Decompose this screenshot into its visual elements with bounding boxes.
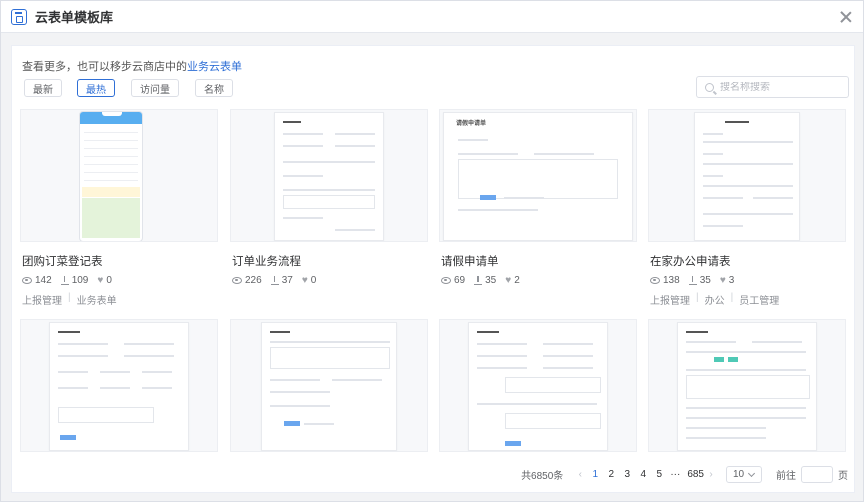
mobile-form-preview xyxy=(79,111,143,241)
download-icon xyxy=(688,276,697,285)
template-stats: 138 35 ♥ 3 xyxy=(648,275,846,286)
template-panel: 查看更多，也可以移步云商店中的业务云表单 最新 最热 访问量 名称 搜名称搜索 … xyxy=(11,45,855,493)
tag[interactable]: 上报管理 xyxy=(22,292,62,307)
tag[interactable]: 办公 xyxy=(705,292,725,307)
template-tags: 上报管理 | 办公 | 员工管理 xyxy=(650,292,780,307)
page-size-select[interactable]: 10 xyxy=(726,466,762,483)
download-icon xyxy=(60,276,69,285)
template-thumbnail[interactable] xyxy=(439,319,637,452)
heart-icon: ♥ xyxy=(719,274,726,286)
template-stats: 226 37 ♥ 0 xyxy=(230,275,428,286)
form-preview xyxy=(694,112,800,241)
page-2[interactable]: 2 xyxy=(603,469,619,480)
next-page-button[interactable]: › xyxy=(704,469,718,480)
search-icon xyxy=(705,82,714,92)
sort-buttons: 最新 最热 访问量 名称 xyxy=(24,79,233,97)
template-card[interactable] xyxy=(20,319,218,452)
search-input[interactable] xyxy=(720,81,840,93)
views-icon xyxy=(22,277,32,284)
download-icon xyxy=(474,276,483,285)
goto-label: 前往 xyxy=(776,471,796,482)
pagination: 共6850条 ‹ 1 2 3 4 5 ··· 685 › 10 前往 页 xyxy=(521,466,848,483)
chevron-down-icon xyxy=(747,469,756,478)
template-stats: 142 109 ♥ 0 xyxy=(20,275,218,286)
template-thumbnail[interactable] xyxy=(648,319,846,452)
form-preview xyxy=(677,322,817,451)
template-card[interactable]: 请假申请单 请假申请单 69 35 ♥ 2 xyxy=(439,109,637,286)
sort-newest-button[interactable]: 最新 xyxy=(24,79,62,97)
template-thumbnail[interactable] xyxy=(230,319,428,452)
page-5[interactable]: 5 xyxy=(651,469,667,480)
thumbnail-form-title: 请假申请单 xyxy=(456,121,487,127)
tag[interactable]: 员工管理 xyxy=(739,292,779,307)
template-card[interactable] xyxy=(230,319,428,452)
page-1[interactable]: 1 xyxy=(587,469,603,480)
template-card[interactable]: 团购订菜登记表 142 109 ♥ 0 上报管理 | 业务表单 xyxy=(20,109,218,307)
views-icon xyxy=(232,277,242,284)
template-name[interactable]: 请假申请单 xyxy=(439,253,637,269)
template-tags: 上报管理 | 业务表单 xyxy=(22,292,117,307)
template-library-icon xyxy=(11,8,27,25)
template-library-dialog: 云表单模板库 查看更多，也可以移步云商店中的业务云表单 最新 最热 访问量 名称 xyxy=(0,0,864,502)
tag[interactable]: 上报管理 xyxy=(650,292,690,307)
tag[interactable]: 业务表单 xyxy=(77,292,117,307)
template-name[interactable]: 在家办公申请表 xyxy=(648,253,846,269)
form-preview xyxy=(49,322,189,451)
page-last[interactable]: 685 xyxy=(687,469,704,480)
template-thumbnail[interactable] xyxy=(20,109,218,242)
views-icon xyxy=(441,277,451,284)
sort-visits-button[interactable]: 访问量 xyxy=(131,79,179,97)
template-card[interactable]: 在家办公申请表 138 35 ♥ 3 上报管理 | 办公 | 员工管理 xyxy=(648,109,846,307)
template-thumbnail[interactable] xyxy=(20,319,218,452)
download-icon xyxy=(270,276,279,285)
sort-hottest-button[interactable]: 最热 xyxy=(77,79,115,97)
page-ellipsis[interactable]: ··· xyxy=(667,469,683,480)
form-preview xyxy=(468,322,608,451)
template-thumbnail[interactable] xyxy=(230,109,428,242)
dialog-title: 云表单模板库 xyxy=(35,10,114,25)
search-box[interactable] xyxy=(696,76,849,98)
page-4[interactable]: 4 xyxy=(635,469,651,480)
form-preview: 请假申请单 xyxy=(443,112,633,241)
template-thumbnail[interactable] xyxy=(648,109,846,242)
template-card[interactable] xyxy=(439,319,637,452)
prev-page-button[interactable]: ‹ xyxy=(573,469,587,480)
form-preview xyxy=(261,322,397,451)
pagination-total: 共6850条 xyxy=(521,471,564,482)
template-card[interactable]: 订单业务流程 226 37 ♥ 0 xyxy=(230,109,428,286)
template-name[interactable]: 订单业务流程 xyxy=(230,253,428,269)
heart-icon: ♥ xyxy=(301,274,308,286)
goto-page-input[interactable] xyxy=(801,466,833,483)
form-preview xyxy=(274,112,384,241)
close-icon[interactable] xyxy=(839,10,853,24)
heart-icon: ♥ xyxy=(505,274,512,286)
page-suffix: 页 xyxy=(838,471,848,482)
cloud-store-link[interactable]: 业务云表单 xyxy=(187,61,242,73)
page-3[interactable]: 3 xyxy=(619,469,635,480)
views-icon xyxy=(650,277,660,284)
template-name[interactable]: 团购订菜登记表 xyxy=(20,253,218,269)
template-card[interactable] xyxy=(648,319,846,452)
sort-name-button[interactable]: 名称 xyxy=(195,79,233,97)
heart-icon: ♥ xyxy=(97,274,104,286)
template-thumbnail[interactable]: 请假申请单 xyxy=(439,109,637,242)
tip-text: 查看更多，也可以移步云商店中的业务云表单 xyxy=(22,61,242,73)
template-stats: 69 35 ♥ 2 xyxy=(439,275,637,286)
dialog-header: 云表单模板库 xyxy=(1,1,863,33)
